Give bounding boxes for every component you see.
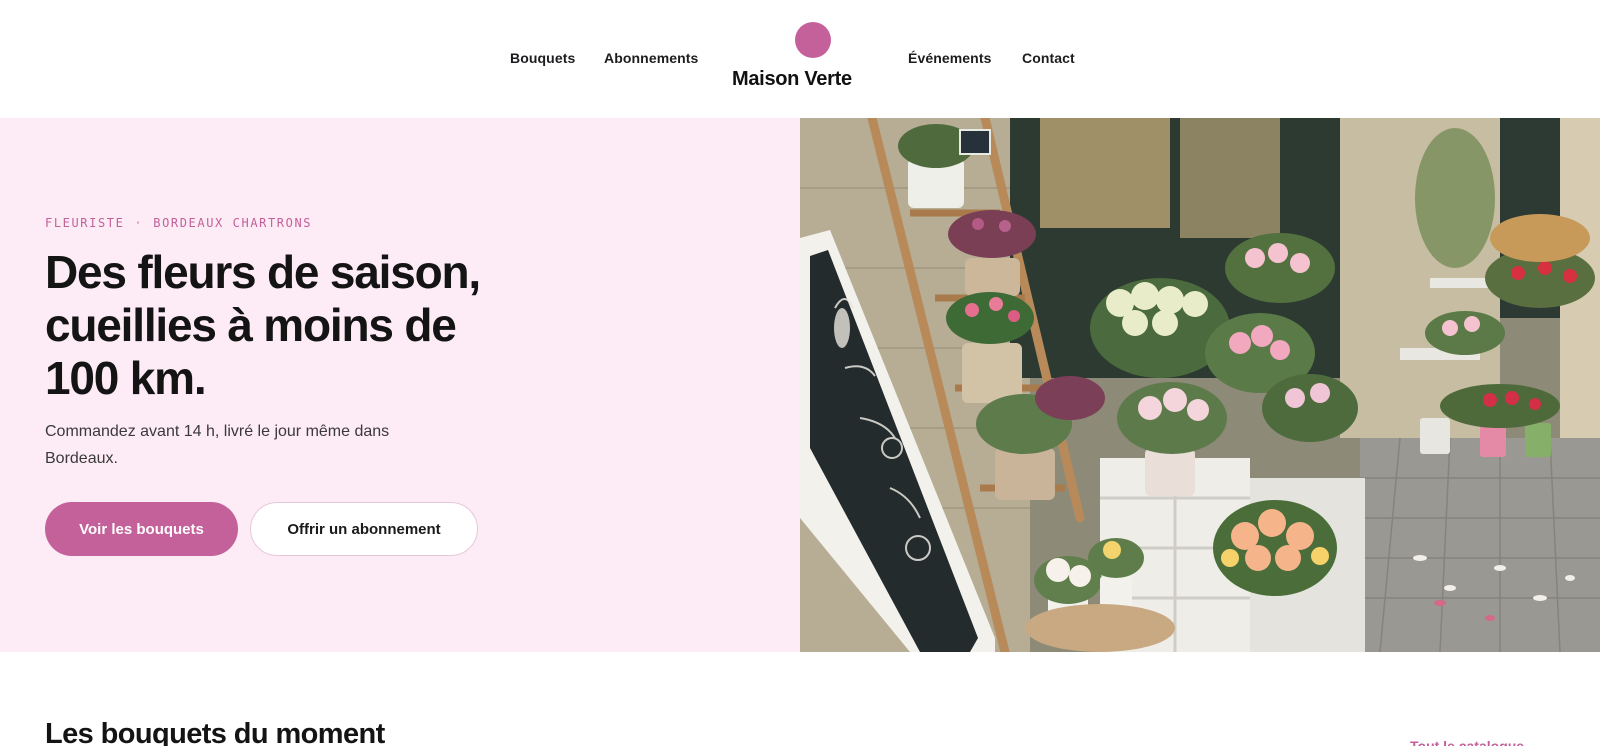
hero-title: Des fleurs de saison, cueillies à moins … [45, 246, 481, 404]
hero-eyebrow: FLEURISTE · BORDEAUX CHARTRONS [45, 216, 312, 230]
gift-subscription-button[interactable]: Offrir un abonnement [250, 502, 478, 556]
site-header: Bouquets Abonnements Maison Verte Événem… [0, 0, 1600, 118]
logo[interactable]: Maison Verte [732, 22, 880, 94]
eyebrow-category: FLEURISTE [45, 216, 125, 230]
eyebrow-separator: · [134, 216, 144, 230]
hero-subtitle: Commandez avant 14 h, livré le jour même… [45, 423, 390, 467]
flower-shop-photo-icon [800, 118, 1600, 652]
logo-text: Maison Verte [732, 68, 852, 90]
hero-text-panel: FLEURISTE · BORDEAUX CHARTRONS Des fleur… [0, 118, 800, 652]
catalog-link[interactable]: Tout le catalogue → [1410, 738, 1542, 746]
section-title: Les bouquets du moment [45, 718, 385, 746]
nav-link-contact[interactable]: Contact [1022, 50, 1075, 66]
nav-link-abonnements[interactable]: Abonnements [604, 50, 698, 66]
view-bouquets-button[interactable]: Voir les bouquets [45, 502, 238, 556]
nav-link-bouquets[interactable]: Bouquets [510, 50, 575, 66]
logo-dot-icon [795, 22, 831, 58]
hero-image [800, 118, 1600, 652]
eyebrow-location: BORDEAUX CHARTRONS [153, 216, 313, 230]
hero: FLEURISTE · BORDEAUX CHARTRONS Des fleur… [0, 118, 1600, 652]
nav-link-evenements[interactable]: Événements [908, 50, 991, 66]
